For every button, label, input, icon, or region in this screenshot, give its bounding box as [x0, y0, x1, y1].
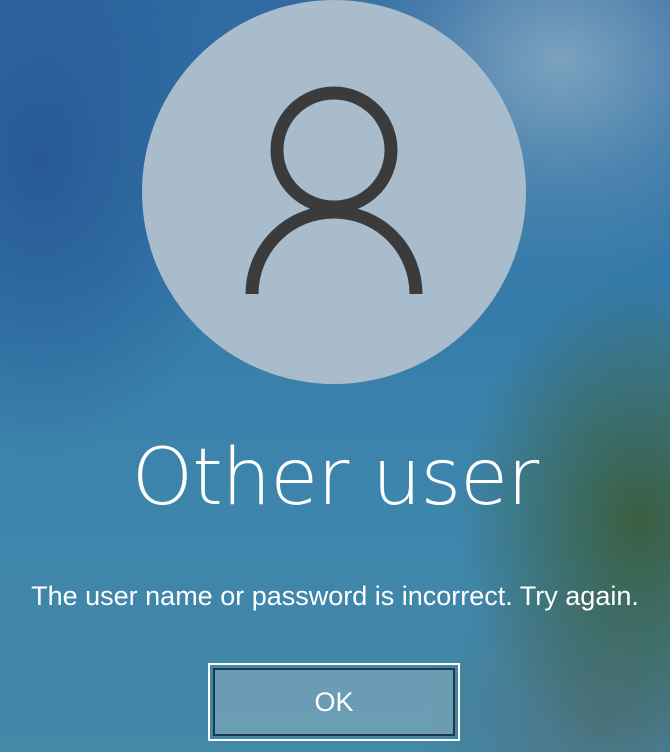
- user-avatar: [142, 0, 526, 384]
- ok-button-label: OK: [213, 668, 455, 736]
- user-name-title: Other user: [131, 433, 539, 523]
- ok-button[interactable]: OK: [208, 663, 460, 741]
- user-silhouette-icon: [245, 86, 423, 295]
- error-message: The user name or password is incorrect. …: [31, 581, 639, 611]
